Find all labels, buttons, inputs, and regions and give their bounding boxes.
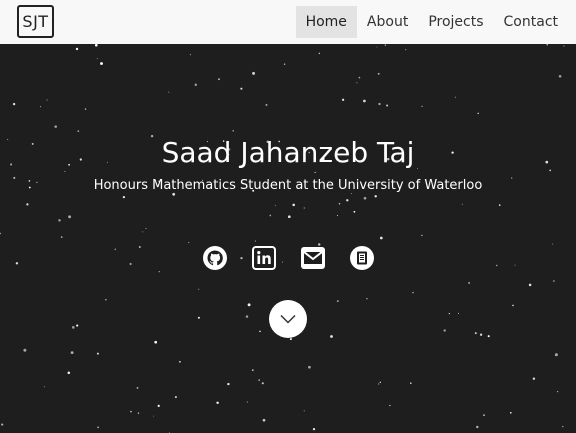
hero-name: Saad Jahanzeb Taj [161, 136, 415, 169]
linkedin-icon[interactable] [251, 245, 277, 271]
github-icon[interactable] [202, 245, 228, 271]
nav-link-about[interactable]: About [357, 6, 418, 38]
resume-icon[interactable] [349, 245, 375, 271]
hero-section: Saad Jahanzeb Taj Honours Mathematics St… [0, 44, 576, 433]
nav-links: Home About Projects Contact [295, 6, 568, 38]
navbar: SJT Home About Projects Contact [0, 0, 576, 44]
email-icon[interactable] [300, 245, 326, 271]
scroll-down-button[interactable] [269, 300, 307, 338]
nav-link-contact[interactable]: Contact [494, 6, 568, 38]
logo[interactable]: SJT [17, 5, 54, 38]
chevron-down-icon [280, 314, 296, 324]
nav-link-projects[interactable]: Projects [418, 6, 493, 38]
hero-subtitle: Honours Mathematics Student at the Unive… [93, 178, 483, 193]
nav-link-home[interactable]: Home [295, 6, 357, 38]
starfield-background [0, 44, 565, 433]
social-links [0, 245, 576, 271]
logo-text: SJT [22, 12, 49, 31]
